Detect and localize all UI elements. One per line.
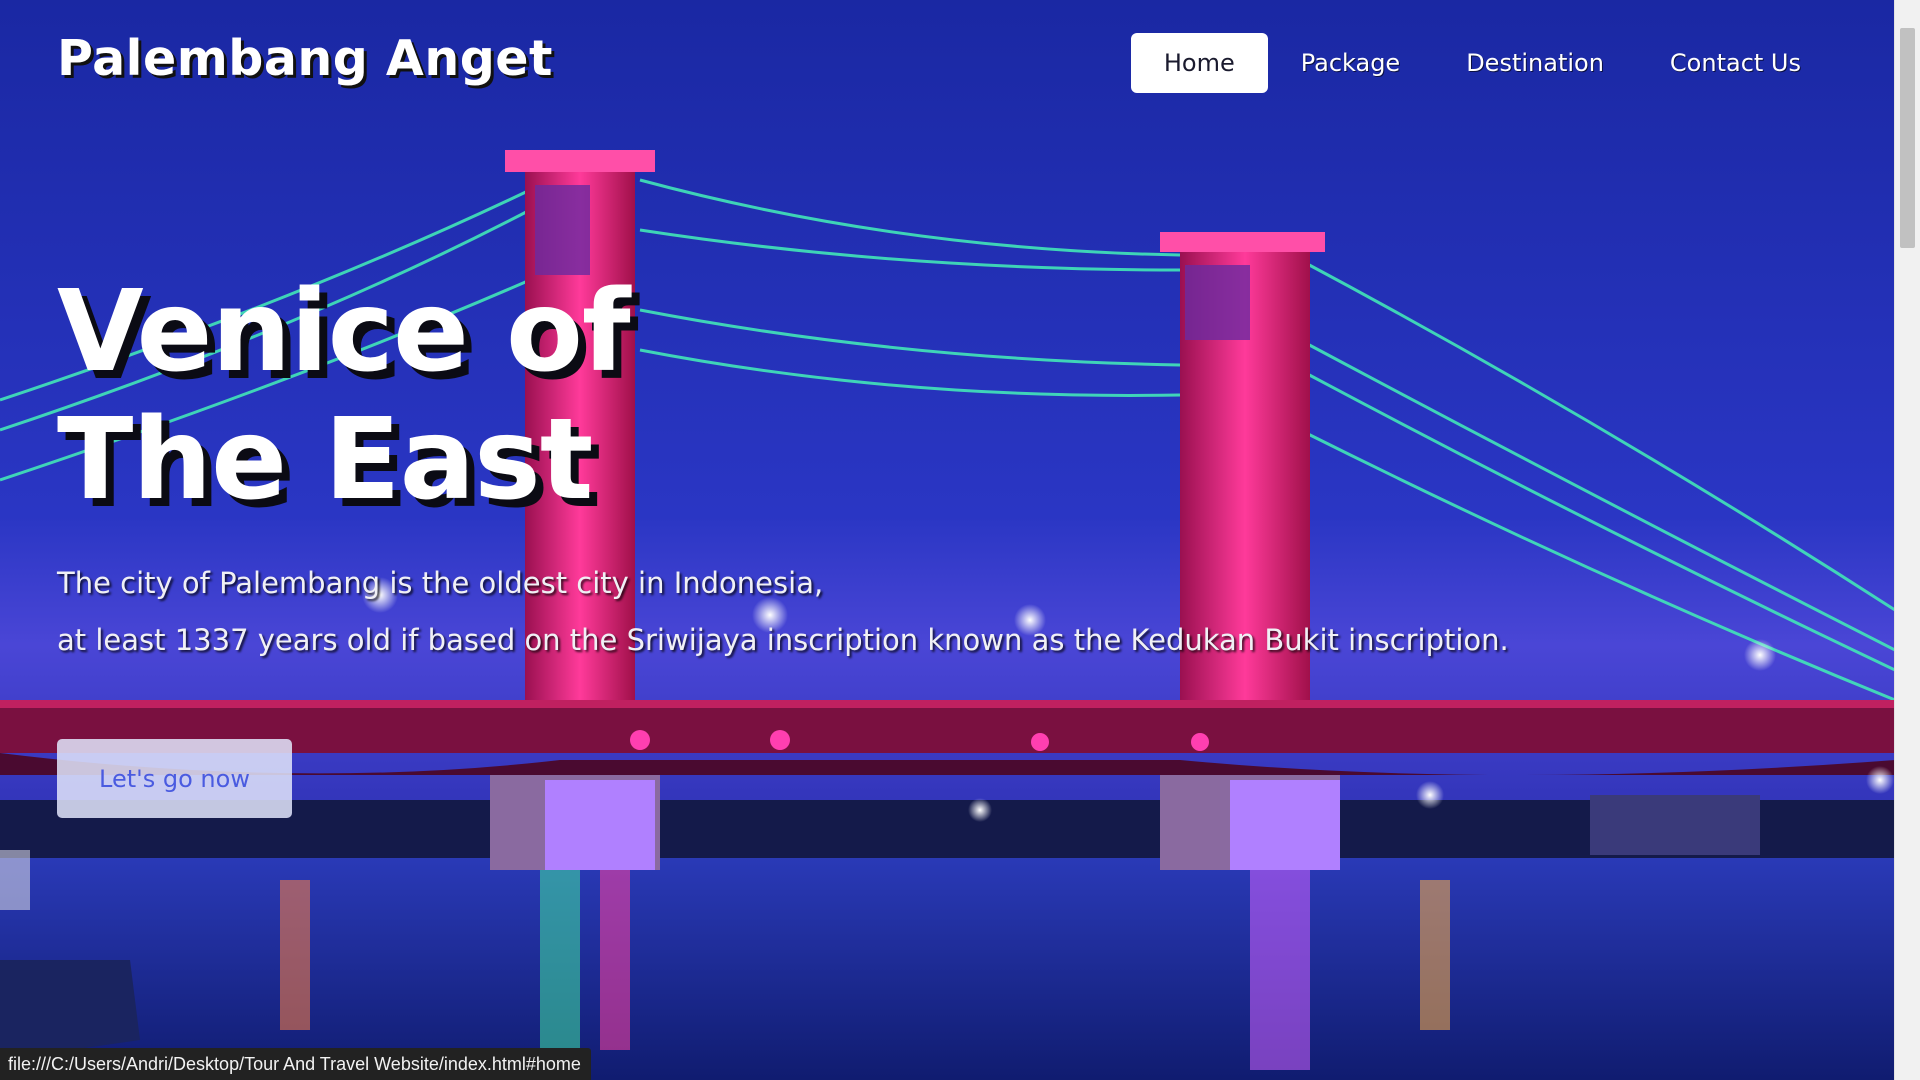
status-bar-url: file:///C:/Users/Andri/Desktop/Tour And …: [0, 1048, 591, 1080]
lets-go-now-button[interactable]: Let's go now: [57, 739, 292, 818]
hero-title: Venice of The East: [57, 268, 757, 524]
scrollbar[interactable]: [1894, 0, 1920, 1080]
nav-package[interactable]: Package: [1268, 33, 1433, 93]
bridge-night-photo: [0, 0, 1895, 1080]
nav-home[interactable]: Home: [1130, 33, 1268, 93]
nav-destination[interactable]: Destination: [1433, 33, 1637, 93]
hero-description-line-2: at least 1337 years old if based on the …: [57, 623, 1509, 657]
brand-logo-text[interactable]: Palembang Anget: [57, 30, 553, 87]
hero-description-line-1: The city of Palembang is the oldest city…: [57, 566, 824, 600]
hero-title-line-1: Venice of: [57, 267, 631, 397]
hero-background: [0, 0, 1895, 1080]
hero-title-line-2: The East: [57, 395, 593, 525]
nav-contact-us[interactable]: Contact Us: [1637, 33, 1834, 93]
main-nav: Home Package Destination Contact Us: [1130, 33, 1834, 93]
scrollbar-thumb[interactable]: [1900, 28, 1915, 248]
hero-description: The city of Palembang is the oldest city…: [57, 555, 1509, 669]
